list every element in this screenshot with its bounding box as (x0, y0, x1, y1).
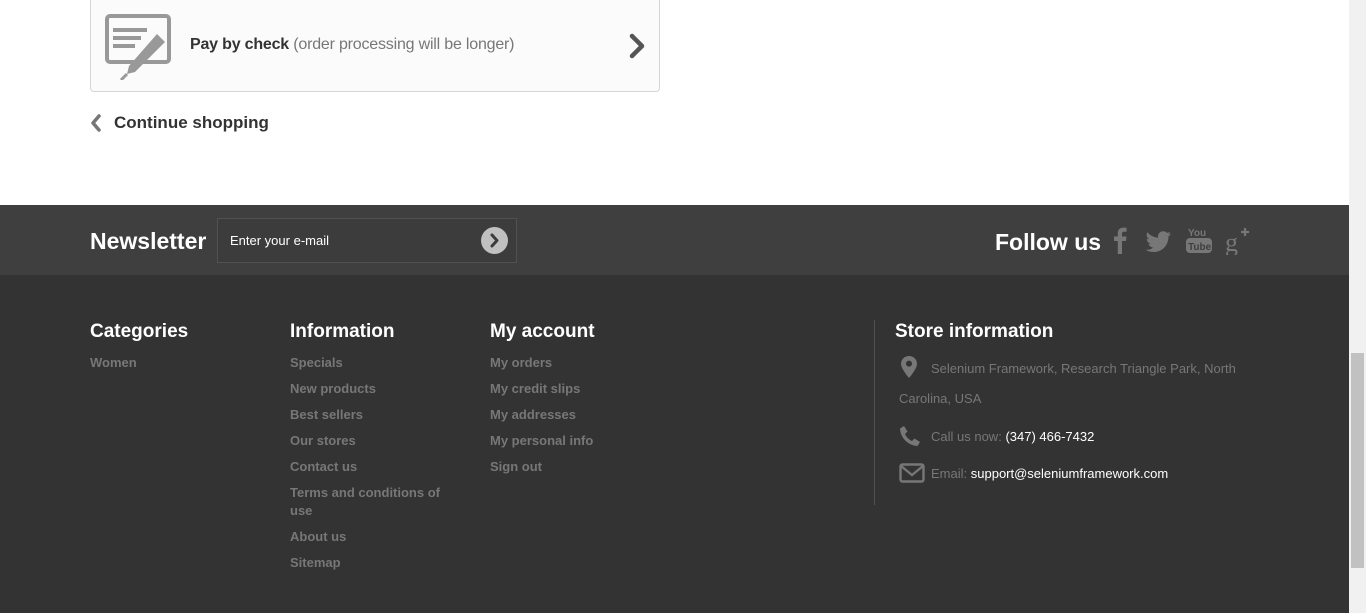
newsletter-title: Newsletter (90, 228, 207, 254)
twitter-icon (1145, 231, 1171, 252)
email-label: Email: (931, 466, 968, 481)
facebook-icon (1114, 227, 1127, 254)
footer-divider (874, 320, 875, 505)
twitter-link[interactable] (1145, 225, 1173, 255)
site-footer: Categories Women Information Specials Ne… (0, 275, 1349, 613)
footer-store-information: Store information Selenium Framework, Re… (895, 321, 1255, 486)
newsletter-bar: Newsletter Follow us You Tube g (0, 205, 1349, 275)
check-pen-icon (105, 14, 171, 80)
page-scrollbar[interactable] (1349, 0, 1366, 613)
google-plus-icon: g (1225, 228, 1249, 257)
information-heading: Information (290, 321, 395, 342)
svg-text:Tube: Tube (1188, 242, 1212, 253)
payment-method-text: Pay by check (order processing will be l… (190, 36, 515, 54)
account-link-sign-out[interactable]: Sign out (490, 458, 595, 476)
follow-us-title: Follow us (995, 229, 1102, 255)
info-link-sitemap[interactable]: Sitemap (290, 554, 450, 572)
call-us-label: Call us now: (931, 429, 1002, 444)
envelope-icon (899, 463, 925, 483)
continue-shopping-label: Continue shopping (114, 113, 269, 132)
store-address-line1: Selenium Framework, Research Triangle Pa… (931, 361, 1236, 376)
info-link-contact-us[interactable]: Contact us (290, 458, 450, 476)
svg-text:You: You (1188, 228, 1206, 239)
continue-shopping-link[interactable]: Continue shopping (90, 112, 269, 134)
info-link-our-stores[interactable]: Our stores (290, 432, 450, 450)
footer-categories: Categories Women (90, 321, 188, 380)
info-link-best-sellers[interactable]: Best sellers (290, 406, 450, 424)
chevron-left-icon (91, 114, 101, 132)
newsletter-email-input[interactable] (218, 219, 478, 262)
youtube-icon: You Tube (1186, 228, 1212, 253)
category-link-women[interactable]: Women (90, 354, 188, 372)
info-link-new-products[interactable]: New products (290, 380, 450, 398)
arrow-circle-right-icon (490, 233, 499, 248)
map-marker-icon (901, 356, 917, 378)
footer-information: Information Specials New products Best s… (290, 321, 450, 580)
info-link-terms[interactable]: Terms and conditions of use (290, 484, 450, 520)
newsletter-form (217, 218, 517, 263)
info-link-specials[interactable]: Specials (290, 354, 450, 372)
payment-method-note: (order processing will be longer) (293, 36, 515, 53)
store-email-link[interactable]: support@seleniumframework.com (971, 466, 1168, 481)
google-plus-link[interactable]: g (1225, 225, 1253, 257)
account-link-orders[interactable]: My orders (490, 354, 595, 372)
payment-method-label: Pay by check (190, 36, 289, 53)
store-phone-number: (347) 466-7432 (1005, 429, 1095, 444)
store-phone: Call us now: (347) 466-7432 (895, 425, 1255, 449)
account-link-credit-slips[interactable]: My credit slips (490, 380, 595, 398)
footer-my-account: My account My orders My credit slips My … (490, 321, 595, 484)
youtube-link[interactable]: You Tube (1185, 225, 1213, 255)
newsletter-submit-button[interactable] (481, 227, 508, 254)
info-link-about-us[interactable]: About us (290, 528, 450, 546)
svg-text:g: g (1225, 228, 1238, 255)
store-information-heading: Store information (895, 321, 1054, 342)
store-email: Email: support@seleniumframework.com (895, 462, 1255, 486)
phone-icon (900, 426, 920, 446)
facebook-link[interactable] (1106, 225, 1134, 255)
store-address-line2: Carolina, USA (899, 391, 982, 406)
chevron-right-icon (629, 33, 645, 59)
store-address: Selenium Framework, Research Triangle Pa… (895, 354, 1255, 414)
my-account-heading: My account (490, 321, 595, 342)
account-link-addresses[interactable]: My addresses (490, 406, 595, 424)
categories-heading: Categories (90, 321, 189, 342)
main-content: Pay by check (order processing will be l… (0, 0, 1349, 205)
scrollbar-thumb[interactable] (1351, 353, 1364, 568)
pay-by-check-option[interactable]: Pay by check (order processing will be l… (90, 0, 660, 92)
account-link-personal-info[interactable]: My personal info (490, 432, 595, 450)
